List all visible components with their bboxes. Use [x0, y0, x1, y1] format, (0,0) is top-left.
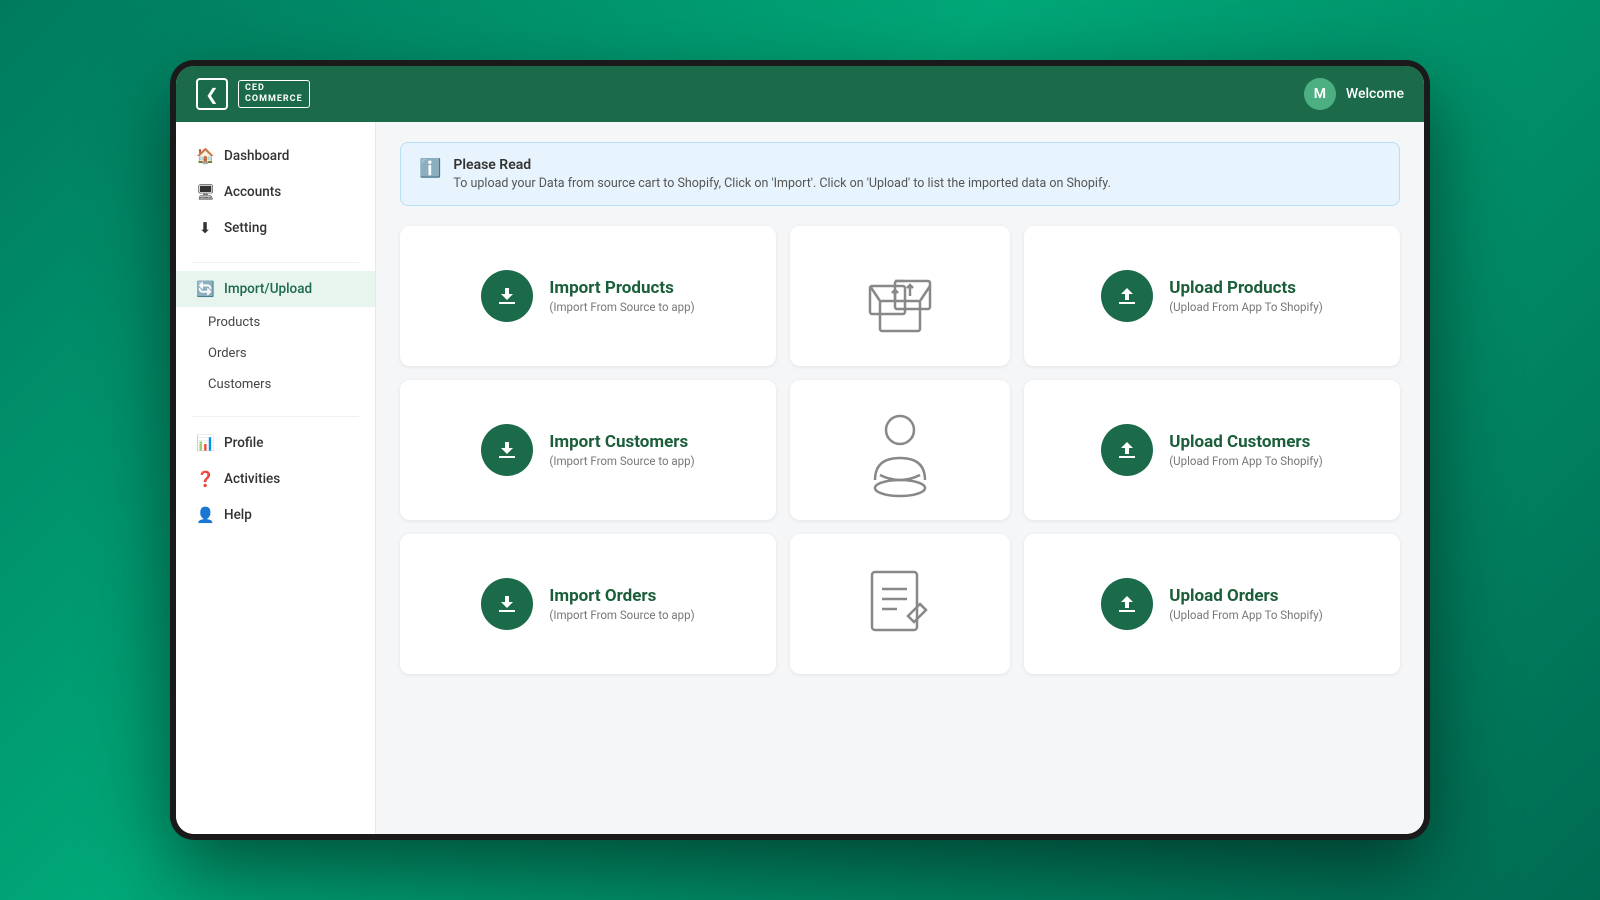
import-orders-text: Import Orders (Import From Source to app…: [549, 586, 694, 622]
help-icon: 👤: [196, 506, 214, 524]
sidebar-item-accounts[interactable]: 🖥 Accounts: [176, 174, 375, 210]
import-products-card[interactable]: Import Products (Import From Source to a…: [400, 226, 776, 366]
tablet-frame: ❮ CED COMMERCE M Welcome 🏠 Dashboard: [170, 60, 1430, 840]
logo-line1: CED: [245, 83, 303, 94]
sidebar-divider-1: [192, 262, 359, 263]
import-customers-title: Import Customers: [549, 432, 694, 452]
import-orders-subtitle: (Import From Source to app): [549, 608, 694, 622]
logo-chevron-icon: ❮: [196, 78, 228, 110]
upload-orders-icon: [1101, 578, 1153, 630]
sidebar-accounts-label: Accounts: [224, 184, 281, 200]
upload-products-title: Upload Products: [1169, 278, 1322, 298]
import-products-subtitle: (Import From Source to app): [549, 300, 694, 314]
info-circle-icon: ℹ️: [419, 158, 441, 179]
upload-products-card[interactable]: Upload Products (Upload From App To Shop…: [1024, 226, 1400, 366]
sidebar-item-setting[interactable]: ⬇ Setting: [176, 210, 375, 246]
main-layout: 🏠 Dashboard 🖥 Accounts ⬇ Setting: [176, 122, 1424, 834]
upload-orders-subtitle: (Upload From App To Shopify): [1169, 608, 1322, 622]
upload-products-icon: [1101, 270, 1153, 322]
upload-orders-title: Upload Orders: [1169, 586, 1322, 606]
sidebar-dashboard-label: Dashboard: [224, 148, 289, 164]
import-customers-icon: [481, 424, 533, 476]
upload-customers-card[interactable]: Upload Customers (Upload From App To Sho…: [1024, 380, 1400, 520]
logo-text: CED COMMERCE: [238, 80, 310, 108]
logo-line2: COMMERCE: [245, 94, 303, 105]
import-orders-title: Import Orders: [549, 586, 694, 606]
import-products-text: Import Products (Import From Source to a…: [549, 278, 694, 314]
info-banner: ℹ️ Please Read To upload your Data from …: [400, 142, 1400, 206]
upload-orders-card[interactable]: Upload Orders (Upload From App To Shopif…: [1024, 534, 1400, 674]
welcome-text: Welcome: [1346, 86, 1404, 102]
cards-grid: Import Products (Import From Source to a…: [400, 226, 1400, 674]
import-upload-icon: 🔄: [196, 280, 214, 298]
sidebar-item-dashboard[interactable]: 🏠 Dashboard: [176, 138, 375, 174]
sidebar-item-help[interactable]: 👤 Help: [176, 497, 375, 533]
sidebar-customers-label: Customers: [208, 377, 271, 392]
sidebar-item-profile[interactable]: 📊 Profile: [176, 425, 375, 461]
logo-area: ❮ CED COMMERCE: [196, 78, 310, 110]
sidebar-item-import-upload[interactable]: 🔄 Import/Upload: [176, 271, 375, 307]
sidebar-help-label: Help: [224, 507, 252, 523]
customers-illustration: [790, 380, 1010, 520]
upload-customers-text: Upload Customers (Upload From App To Sho…: [1169, 432, 1322, 468]
sidebar-import-upload-label: Import/Upload: [224, 281, 312, 297]
main-content: ℹ️ Please Read To upload your Data from …: [376, 122, 1424, 834]
import-customers-text: Import Customers (Import From Source to …: [549, 432, 694, 468]
header: ❮ CED COMMERCE M Welcome: [176, 66, 1424, 122]
upload-customers-icon: [1101, 424, 1153, 476]
activities-icon: ❓: [196, 470, 214, 488]
home-icon: 🏠: [196, 147, 214, 165]
sidebar-sub-item-customers[interactable]: Customers: [176, 369, 375, 400]
upload-customers-subtitle: (Upload From App To Shopify): [1169, 454, 1322, 468]
sidebar-sub-item-products[interactable]: Products: [176, 307, 375, 338]
import-customers-subtitle: (Import From Source to app): [549, 454, 694, 468]
import-products-icon: [481, 270, 533, 322]
upload-products-text: Upload Products (Upload From App To Shop…: [1169, 278, 1322, 314]
avatar: M: [1304, 78, 1336, 110]
info-description: To upload your Data from source cart to …: [453, 176, 1110, 191]
sidebar-import-section: 🔄 Import/Upload Products Orders Customer…: [176, 271, 375, 400]
upload-customers-title: Upload Customers: [1169, 432, 1322, 452]
sidebar-profile-label: Profile: [224, 435, 263, 451]
sidebar-divider-2: [192, 416, 359, 417]
sidebar-top-section: 🏠 Dashboard 🖥 Accounts ⬇ Setting: [176, 138, 375, 246]
upload-products-subtitle: (Upload From App To Shopify): [1169, 300, 1322, 314]
accounts-icon: 🖥: [196, 183, 214, 201]
sidebar: 🏠 Dashboard 🖥 Accounts ⬇ Setting: [176, 122, 376, 834]
import-orders-card[interactable]: Import Orders (Import From Source to app…: [400, 534, 776, 674]
import-products-title: Import Products: [549, 278, 694, 298]
products-illustration: [790, 226, 1010, 366]
info-title: Please Read: [453, 157, 1110, 173]
tablet-inner: ❮ CED COMMERCE M Welcome 🏠 Dashboard: [176, 66, 1424, 834]
sidebar-item-activities[interactable]: ❓ Activities: [176, 461, 375, 497]
sidebar-orders-label: Orders: [208, 346, 247, 361]
header-right: M Welcome: [1304, 78, 1404, 110]
profile-icon: 📊: [196, 434, 214, 452]
sidebar-bottom-section: 📊 Profile ❓ Activities 👤 Help: [176, 425, 375, 533]
sidebar-activities-label: Activities: [224, 471, 280, 487]
sidebar-sub-item-orders[interactable]: Orders: [176, 338, 375, 369]
import-orders-icon: [481, 578, 533, 630]
upload-orders-text: Upload Orders (Upload From App To Shopif…: [1169, 586, 1322, 622]
sidebar-products-label: Products: [208, 315, 260, 330]
info-content: Please Read To upload your Data from sou…: [453, 157, 1110, 191]
import-customers-card[interactable]: Import Customers (Import From Source to …: [400, 380, 776, 520]
orders-illustration: [790, 534, 1010, 674]
sidebar-setting-label: Setting: [224, 220, 267, 236]
setting-icon: ⬇: [196, 219, 214, 237]
